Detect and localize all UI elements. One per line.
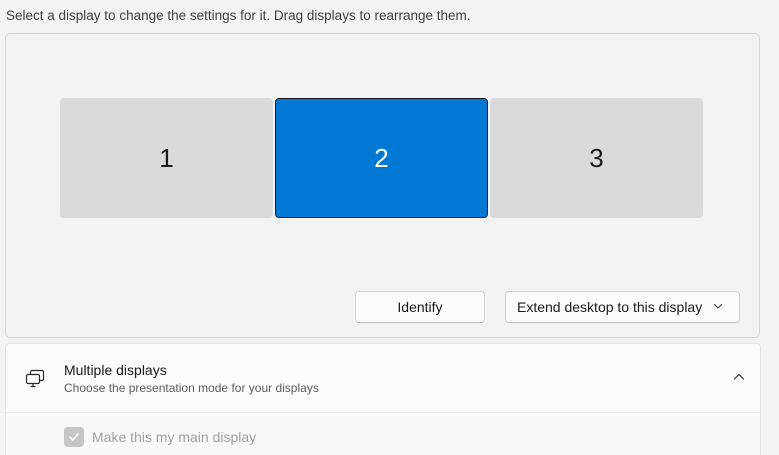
display-mode-selected: Extend desktop to this display (517, 299, 703, 315)
checkmark-icon (69, 433, 79, 441)
display-settings-page: Select a display to change the settings … (0, 0, 779, 455)
display-mode-dropdown[interactable]: Extend desktop to this display (505, 291, 740, 323)
chevron-down-icon (713, 303, 723, 309)
display-arrangement-panel: 1 2 3 Identify Extend desktop to this di… (5, 33, 760, 338)
display-3-number: 3 (589, 142, 604, 173)
chevron-up-icon[interactable] (732, 370, 746, 384)
multiple-displays-subtitle: Choose the presentation mode for your di… (64, 381, 319, 395)
display-2-number: 2 (374, 142, 389, 173)
multiple-displays-icon (25, 369, 45, 388)
multiple-displays-title: Multiple displays (64, 362, 167, 378)
identify-button[interactable]: Identify (355, 291, 485, 323)
main-display-option-row: Make this my main display (6, 413, 760, 455)
main-display-label: Make this my main display (92, 429, 257, 445)
display-1-tile[interactable]: 1 (60, 98, 273, 218)
multiple-displays-card: Multiple displays Choose the presentatio… (5, 343, 761, 455)
display-2-tile[interactable]: 2 (275, 98, 488, 218)
arrange-instruction: Select a display to change the settings … (6, 8, 471, 23)
display-3-tile[interactable]: 3 (490, 98, 703, 218)
display-1-number: 1 (159, 142, 174, 173)
main-display-checkbox[interactable] (64, 427, 84, 447)
multiple-displays-header[interactable]: Multiple displays Choose the presentatio… (6, 344, 760, 412)
